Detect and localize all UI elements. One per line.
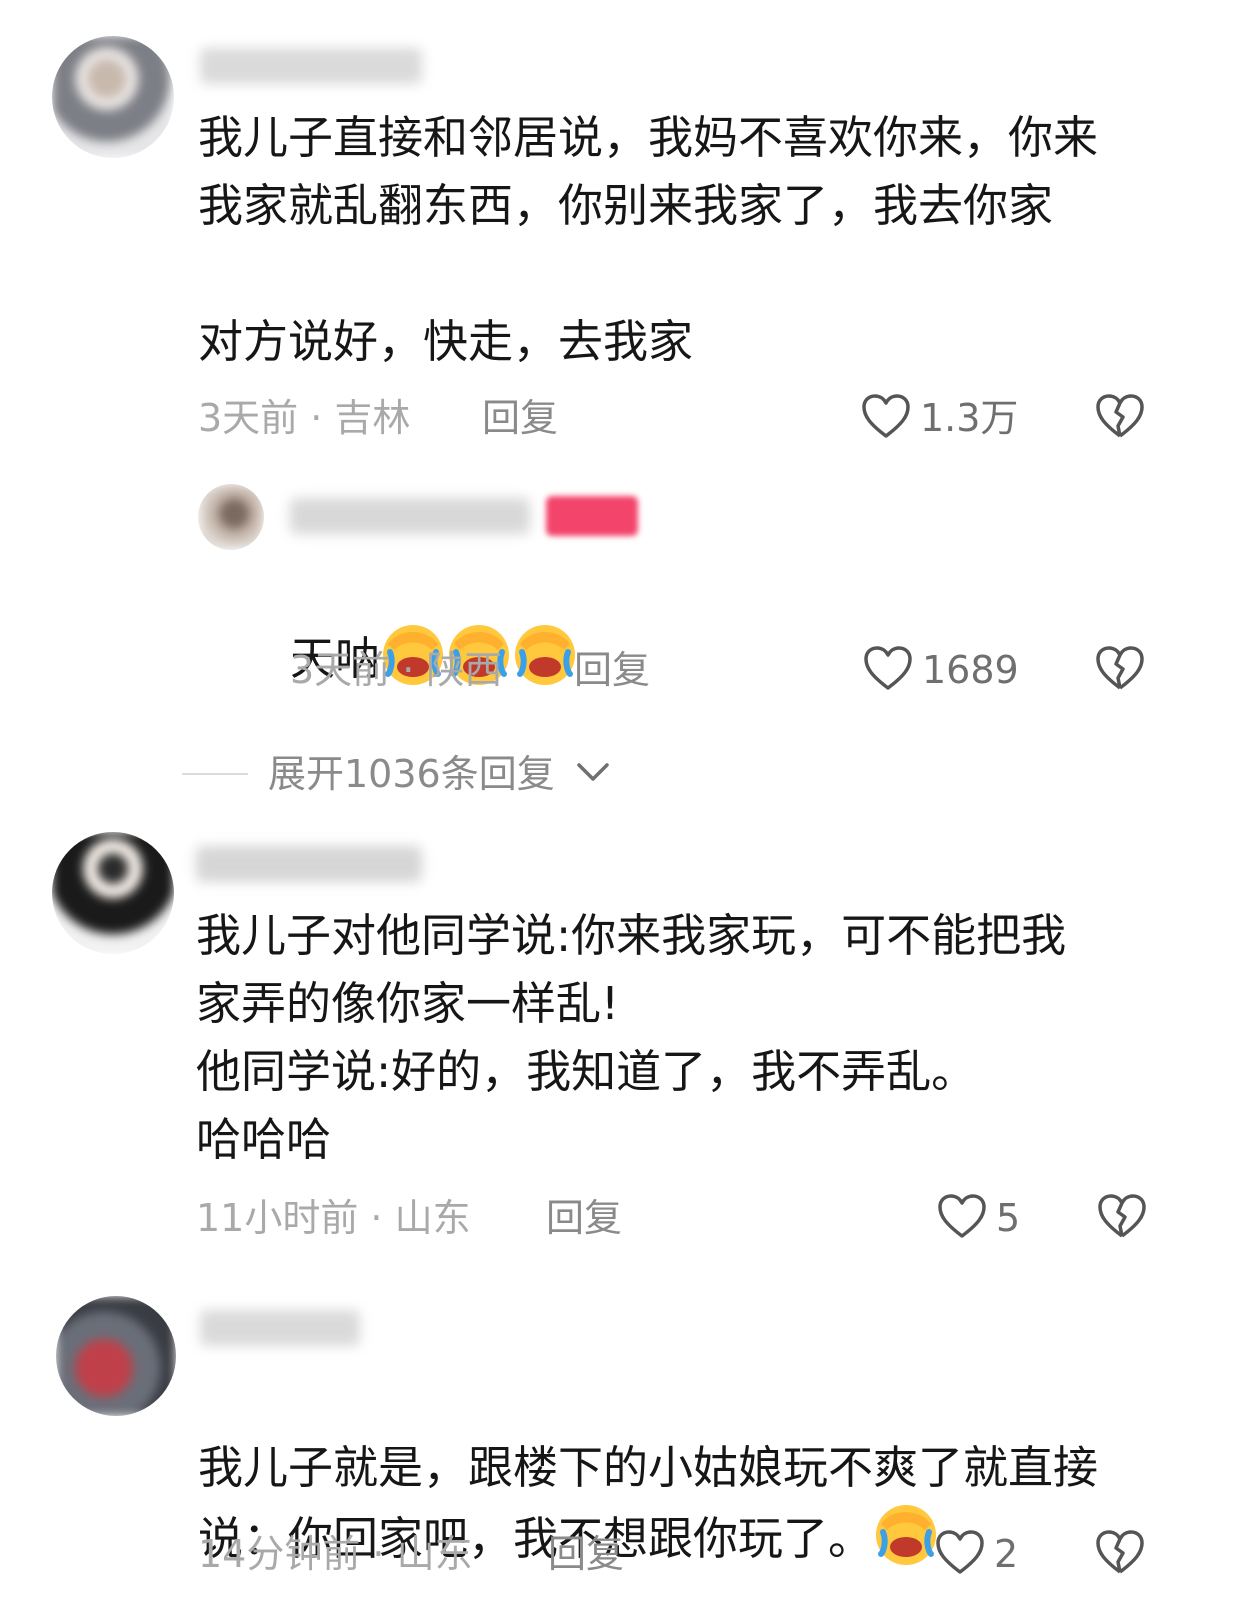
comment-text: 我儿子直接和邻居说，我妈不喜欢你来，你来 我家就乱翻东西，你别来我家了，我去你家… bbox=[198, 111, 1099, 368]
comment-time-location: 3天前 · 吉林 bbox=[198, 396, 411, 440]
heart-outline-icon bbox=[860, 392, 912, 444]
expand-replies-label: 展开1036条回复 bbox=[268, 752, 555, 796]
username[interactable] bbox=[200, 48, 422, 84]
avatar[interactable] bbox=[56, 1296, 176, 1416]
username[interactable] bbox=[196, 846, 422, 882]
reply-button[interactable]: 回复 bbox=[546, 1196, 622, 1240]
reply-button[interactable]: 回复 bbox=[548, 1532, 624, 1576]
heart-outline-icon bbox=[934, 1528, 986, 1580]
like-button[interactable]: 5 bbox=[936, 1192, 1020, 1244]
username[interactable] bbox=[290, 498, 530, 534]
comment-time-location: 3天前 · 陕西 bbox=[290, 648, 503, 692]
facepalm-crying-emoji-icon bbox=[873, 1502, 939, 1587]
broken-heart-icon[interactable] bbox=[1094, 392, 1146, 440]
avatar[interactable] bbox=[52, 36, 174, 158]
like-button[interactable]: 1.3万 bbox=[860, 392, 1018, 444]
facepalm-crying-emoji-icon bbox=[512, 622, 578, 707]
comment-text: 我儿子对他同学说:你来我家玩，可不能把我 家弄的像你家一样乱! 他同学说:好的，… bbox=[196, 909, 1067, 1166]
like-button[interactable]: 1689 bbox=[862, 644, 1019, 696]
broken-heart-icon[interactable] bbox=[1096, 1192, 1148, 1240]
like-count: 2 bbox=[994, 1532, 1019, 1576]
chevron-down-icon bbox=[575, 759, 611, 789]
heart-outline-icon bbox=[936, 1192, 988, 1244]
username[interactable] bbox=[200, 1310, 360, 1346]
reply-button[interactable]: 回复 bbox=[574, 648, 650, 692]
avatar[interactable] bbox=[198, 484, 264, 550]
divider bbox=[182, 773, 248, 775]
broken-heart-icon[interactable] bbox=[1094, 1528, 1146, 1576]
like-button[interactable]: 2 bbox=[934, 1528, 1018, 1580]
like-count: 1689 bbox=[922, 648, 1019, 692]
author-tag bbox=[546, 496, 638, 536]
expand-replies-button[interactable]: 展开1036条回复 bbox=[182, 752, 611, 796]
comment-time-location: 11小时前 · 山东 bbox=[196, 1196, 471, 1240]
avatar[interactable] bbox=[52, 832, 174, 954]
like-count: 1.3万 bbox=[920, 396, 1019, 440]
comment-time-location: 14分钟前 · 山东 bbox=[198, 1532, 473, 1576]
like-count: 5 bbox=[996, 1196, 1021, 1240]
reply-button[interactable]: 回复 bbox=[482, 396, 558, 440]
heart-outline-icon bbox=[862, 644, 914, 696]
broken-heart-icon[interactable] bbox=[1094, 644, 1146, 692]
